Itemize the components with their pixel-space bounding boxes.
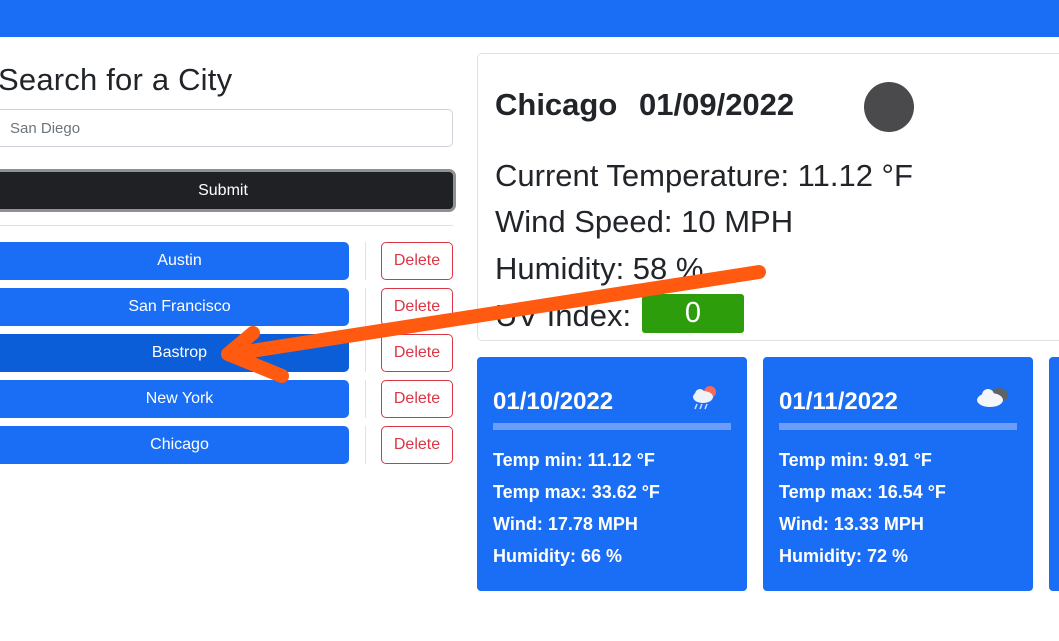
current-date: 01/09/2022 bbox=[639, 87, 795, 122]
forecast-card bbox=[1049, 357, 1059, 591]
forecast-temp-min: Temp min: 11.12 °F bbox=[493, 450, 655, 470]
separator bbox=[365, 242, 366, 280]
separator bbox=[365, 426, 366, 464]
uv-index-badge: 0 bbox=[642, 294, 744, 333]
divider bbox=[0, 225, 453, 226]
forecast-date: 01/11/2022 bbox=[779, 388, 898, 415]
forecast-divider bbox=[779, 423, 1017, 430]
delete-city-button[interactable]: Delete bbox=[381, 426, 453, 464]
rain-sun-cloud-icon bbox=[693, 386, 716, 410]
current-humidity: Humidity: 58 % bbox=[495, 251, 704, 286]
current-city-name: Chicago bbox=[495, 87, 618, 122]
delete-city-button[interactable]: Delete bbox=[381, 242, 453, 280]
forecast-wind: Wind: 13.33 MPH bbox=[779, 514, 924, 534]
search-heading: Search for a City bbox=[0, 62, 233, 97]
forecast-wind: Wind: 17.78 MPH bbox=[493, 514, 638, 534]
forecast-humidity: Humidity: 66 % bbox=[493, 546, 623, 566]
delete-city-button[interactable]: Delete bbox=[381, 288, 453, 326]
history-city-button[interactable]: San Francisco bbox=[0, 288, 349, 326]
history-city-button[interactable]: Austin bbox=[0, 242, 349, 280]
weather-icon bbox=[864, 82, 914, 132]
delete-city-button[interactable]: Delete bbox=[381, 334, 453, 372]
current-weather-card: Chicago 01/09/2022 Current Temperature: … bbox=[477, 53, 1059, 341]
history-city-button[interactable]: Chicago bbox=[0, 426, 349, 464]
submit-button[interactable]: Submit bbox=[0, 169, 456, 212]
forecast-temp-max: Temp max: 16.54 °F bbox=[779, 482, 946, 502]
forecast-card: 01/11/2022 Temp min: 9.91 °F Temp max: 1… bbox=[763, 357, 1033, 591]
forecast-humidity: Humidity: 72 % bbox=[779, 546, 909, 566]
top-navbar bbox=[0, 0, 1059, 37]
city-search-input[interactable] bbox=[0, 109, 453, 147]
delete-city-button[interactable]: Delete bbox=[381, 380, 453, 418]
forecast-date: 01/10/2022 bbox=[493, 388, 614, 415]
separator bbox=[365, 380, 366, 418]
current-temperature: Current Temperature: 11.12 °F bbox=[495, 158, 913, 193]
separator bbox=[365, 288, 366, 326]
history-city-button[interactable]: Bastrop bbox=[0, 334, 349, 372]
forecast-temp-min: Temp min: 9.91 °F bbox=[779, 450, 932, 470]
forecast-temp-max: Temp max: 33.62 °F bbox=[493, 482, 660, 502]
history-city-button[interactable]: New York bbox=[0, 380, 349, 418]
current-wind-speed: Wind Speed: 10 MPH bbox=[495, 204, 794, 239]
forecast-card: 01/10/2022 Temp min: 11.12 °F Temp max: … bbox=[477, 357, 747, 591]
cloud-icon bbox=[977, 388, 1008, 407]
separator bbox=[365, 334, 366, 372]
uv-index-label: UV Index: bbox=[495, 298, 632, 333]
forecast-divider bbox=[493, 423, 731, 430]
